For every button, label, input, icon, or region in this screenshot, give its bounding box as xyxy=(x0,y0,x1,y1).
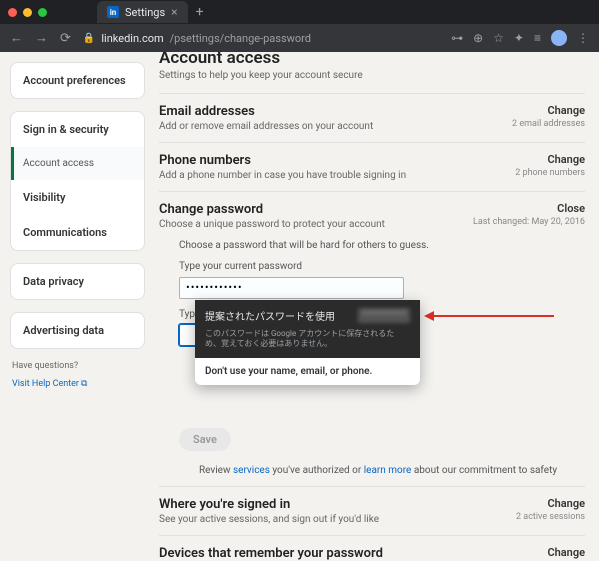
linkedin-favicon: in xyxy=(107,6,119,18)
suggestion-subtext: このパスワードは Google アカウントに保存されるため、覚えておく必要はあり… xyxy=(205,329,410,350)
sessions-meta: 2 active sessions xyxy=(516,512,585,522)
new-tab-icon[interactable]: + xyxy=(196,4,204,20)
sessions-change-link[interactable]: Change xyxy=(516,497,585,510)
address-bar[interactable]: 🔒 linkedin.com/psettings/change-password xyxy=(83,32,439,45)
minimize-window[interactable] xyxy=(23,8,32,17)
arrow-line xyxy=(434,315,554,317)
browser-chrome: in Settings × + ← → ⟳ 🔒 linkedin.com/pse… xyxy=(0,0,599,52)
password-tip: Don't use your name, email, or phone. xyxy=(195,358,420,385)
learn-more-link[interactable]: learn more xyxy=(364,465,412,476)
phone-desc: Add a phone number in case you have trou… xyxy=(159,170,515,181)
key-icon[interactable]: ⊶ xyxy=(451,31,463,45)
help-center-link[interactable]: Visit Help Center⧉ xyxy=(10,379,87,389)
devices-change-link[interactable]: Change xyxy=(547,546,585,559)
sidebar-item-account-preferences[interactable]: Account preferences xyxy=(11,63,144,98)
settings-sidebar: Account preferences Sign in & security A… xyxy=(0,52,145,561)
sidebar-item-visibility[interactable]: Visibility xyxy=(11,180,144,215)
sidebar-item-communications[interactable]: Communications xyxy=(11,215,144,250)
save-button[interactable]: Save xyxy=(179,428,231,451)
url-path: /psettings/change-password xyxy=(170,32,311,45)
password-title: Change password xyxy=(159,202,473,217)
password-hint: Choose a password that will be hard for … xyxy=(179,240,565,251)
section-devices: Devices that remember your password Revi… xyxy=(159,535,585,561)
email-meta: 2 email addresses xyxy=(512,119,585,129)
phone-meta: 2 phone numbers xyxy=(515,168,585,178)
arrow-head-icon xyxy=(424,311,434,321)
email-desc: Add or remove email addresses on your ac… xyxy=(159,121,512,132)
install-icon[interactable]: ⊕ xyxy=(473,31,483,45)
forward-icon[interactable]: → xyxy=(35,30,48,46)
menu-icon[interactable]: ⋮ xyxy=(577,31,589,45)
services-link[interactable]: services xyxy=(233,465,270,476)
readinglist-icon[interactable]: ≡ xyxy=(534,31,541,45)
suggestion-title: 提案されたパスワードを使用 xyxy=(205,308,335,323)
devices-title: Devices that remember your password xyxy=(159,546,547,561)
sidebar-item-data-privacy[interactable]: Data privacy xyxy=(11,264,144,299)
sidebar-item-sign-in-security[interactable]: Sign in & security xyxy=(11,112,144,147)
tab-title: Settings xyxy=(125,6,165,19)
browser-tab[interactable]: in Settings × xyxy=(97,1,188,23)
sessions-desc: See your active sessions, and sign out i… xyxy=(159,514,516,525)
nav-bar: ← → ⟳ 🔒 linkedin.com/psettings/change-pa… xyxy=(0,24,599,52)
tab-bar: in Settings × + xyxy=(0,0,599,24)
url-host: linkedin.com xyxy=(101,32,163,45)
sessions-title: Where you're signed in xyxy=(159,497,516,512)
extensions-icon[interactable]: ✦ xyxy=(514,31,524,45)
reload-icon[interactable]: ⟳ xyxy=(60,31,71,46)
browser-right-icons: ⊶ ⊕ ☆ ✦ ≡ ⋮ xyxy=(451,30,589,46)
back-icon[interactable]: ← xyxy=(10,30,23,46)
annotation-arrow xyxy=(424,311,554,321)
lock-icon: 🔒 xyxy=(83,33,95,44)
close-tab-icon[interactable]: × xyxy=(171,5,177,19)
phone-title: Phone numbers xyxy=(159,153,515,168)
password-meta: Last changed: May 20, 2016 xyxy=(473,217,585,227)
email-change-link[interactable]: Change xyxy=(512,104,585,117)
page-subtitle: Settings to help you keep your account s… xyxy=(159,70,585,81)
sidebar-item-account-access[interactable]: Account access xyxy=(11,147,144,180)
phone-change-link[interactable]: Change xyxy=(515,153,585,166)
bookmark-icon[interactable]: ☆ xyxy=(493,31,504,45)
password-close-link[interactable]: Close xyxy=(473,202,585,215)
current-password-label: Type your current password xyxy=(179,261,565,272)
section-phone: Phone numbers Add a phone number in case… xyxy=(159,142,585,191)
password-suggestion-popup[interactable]: 提案されたパスワードを使用 ••••••••••••• このパスワードは Goo… xyxy=(195,300,420,385)
maximize-window[interactable] xyxy=(38,8,47,17)
section-sessions: Where you're signed in See your active s… xyxy=(159,486,585,535)
window-controls xyxy=(8,8,47,17)
sidebar-item-advertising-data[interactable]: Advertising data xyxy=(11,313,144,348)
suggested-password-masked: ••••••••••••• xyxy=(358,308,410,323)
close-window[interactable] xyxy=(8,8,17,17)
password-review-text: Review services you've authorized or lea… xyxy=(179,465,565,476)
profile-avatar[interactable] xyxy=(551,30,567,46)
password-desc: Choose a unique password to protect your… xyxy=(159,219,473,230)
section-email: Email addresses Add or remove email addr… xyxy=(159,93,585,142)
page-title: Account access xyxy=(159,52,585,68)
email-title: Email addresses xyxy=(159,104,512,119)
external-link-icon: ⧉ xyxy=(81,379,87,389)
help-question: Have questions? xyxy=(10,361,145,371)
current-password-input[interactable] xyxy=(179,277,404,299)
